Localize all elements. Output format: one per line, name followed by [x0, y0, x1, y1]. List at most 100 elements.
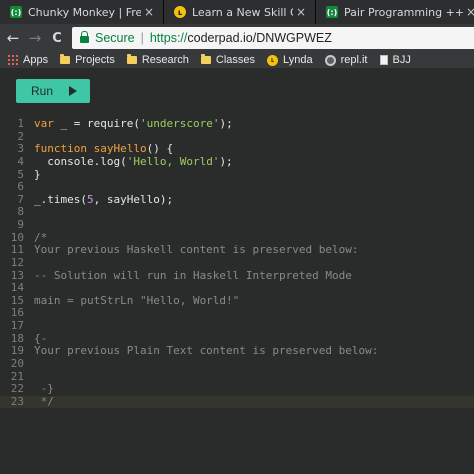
code-token: /*: [34, 230, 48, 244]
code-token: );: [219, 154, 233, 168]
code-line[interactable]: 19 Your previous Plain Text content is pr…: [0, 344, 474, 358]
coderpad-icon: (:): [326, 6, 338, 18]
code-line[interactable]: 20: [0, 356, 474, 371]
run-button[interactable]: Run: [16, 79, 90, 103]
line-number: 9: [17, 218, 24, 231]
code-line[interactable]: 8: [0, 206, 474, 219]
code-text: _.times(5, sayHello);: [34, 192, 174, 207]
url-protocol: https://: [149, 31, 188, 45]
code-token: */: [34, 394, 54, 408]
code-token: 'Hello, World': [126, 154, 220, 168]
code-token: () {: [146, 142, 174, 156]
tab-title: Pair Programming ++ - C: [344, 5, 463, 19]
apps-grid-icon: [8, 55, 18, 65]
play-icon: [69, 86, 78, 96]
code-token: -}: [34, 382, 54, 396]
bookmark-apps[interactable]: Apps: [8, 54, 48, 66]
bookmark-lynda[interactable]: ʟ Lynda: [267, 54, 313, 66]
code-token: var: [34, 117, 54, 130]
close-icon[interactable]: ×: [463, 5, 474, 19]
code-line[interactable]: 9: [0, 218, 474, 232]
document-icon: [379, 55, 388, 65]
bookmark-research[interactable]: Research: [126, 54, 189, 66]
code-line[interactable]: 1 var _ = require('underscore');: [0, 117, 474, 131]
code-text: */: [34, 394, 54, 409]
tab-chunky-monkey[interactable]: (:) Chunky Monkey | Free C ×: [0, 0, 164, 24]
code-token: console.log(: [34, 154, 127, 168]
code-token: _.times(: [34, 192, 87, 206]
line-number: 19: [10, 344, 24, 358]
code-token: {-: [34, 331, 48, 345]
code-text: main = putStrLn "Hello, World!": [34, 293, 240, 308]
code-token: _ = require(: [53, 117, 140, 130]
code-line[interactable]: 13 -- Solution will run in Haskell Interp…: [0, 269, 474, 283]
bookmark-classes[interactable]: Classes: [200, 54, 255, 66]
code-line[interactable]: 5}: [0, 167, 474, 182]
bookmark-label: Apps: [23, 54, 49, 66]
line-number: 17: [10, 319, 24, 332]
bookmark-projects[interactable]: Projects: [60, 54, 115, 66]
lynda-icon: ʟ: [267, 54, 279, 66]
code-line[interactable]: 11 Your previous Haskell content is prese…: [0, 243, 474, 257]
code-line[interactable]: 4 console.log('Hello, World');: [0, 154, 474, 169]
line-number: 23: [10, 394, 24, 408]
bookmark-label: Lynda: [283, 54, 313, 66]
line-number: 14: [10, 281, 24, 295]
code-text: -- Solution will run in Haskell Interpre…: [34, 269, 352, 283]
freecodecamp-icon: (:): [10, 6, 22, 18]
code-token: Your previous Haskell content is preserv…: [34, 243, 359, 257]
bookmark-replit[interactable]: repl.it: [324, 54, 368, 66]
code-token: main = putStrLn "Hello, World!": [34, 293, 240, 307]
folder-icon: [126, 54, 137, 64]
line-number: 20: [10, 356, 24, 370]
tab-strip: (:) Chunky Monkey | Free C × ʟ Learn a N…: [0, 0, 474, 24]
tab-title: Learn a New Skill Online: [192, 5, 293, 19]
run-button-label: Run: [31, 84, 54, 98]
bookmark-bjj[interactable]: BJJ: [379, 54, 411, 66]
folder-icon: [60, 54, 71, 64]
line-number: 1: [17, 117, 24, 130]
code-line[interactable]: 7 _.times(5, sayHello);: [0, 192, 474, 207]
bookmark-label: Research: [141, 54, 189, 66]
close-icon[interactable]: ×: [141, 5, 157, 19]
code-text: console.log('Hello, World');: [34, 154, 233, 169]
replit-icon: [324, 54, 336, 66]
coderpad-app: Run 1 var _ = require('underscore'); 2 3 fun…: [0, 68, 474, 474]
code-text: }: [34, 167, 41, 182]
code-token: }: [34, 167, 41, 181]
close-icon[interactable]: ×: [293, 5, 309, 19]
tab-pair-programming[interactable]: (:) Pair Programming ++ - C ×: [316, 0, 474, 24]
lock-icon: [80, 31, 89, 43]
code-line[interactable]: 23 */: [0, 394, 474, 409]
line-number: 3: [17, 142, 24, 156]
code-text: var _ = require('underscore');: [34, 117, 233, 131]
bookmark-label: Projects: [75, 54, 115, 66]
line-number: 4: [17, 154, 24, 168]
line-number: 22: [10, 382, 24, 396]
code-line[interactable]: 22 -}: [0, 382, 474, 396]
code-editor[interactable]: 1 var _ = require('underscore'); 2 3 functio…: [0, 117, 474, 409]
code-token: 5: [86, 192, 94, 206]
code-line[interactable]: 15 main = putStrLn "Hello, World!": [0, 293, 474, 308]
bookmark-label: repl.it: [340, 54, 368, 66]
bookmark-label: BJJ: [392, 54, 411, 66]
code-text: Your previous Plain Text content is pres…: [34, 344, 379, 358]
address-separator: |: [140, 31, 144, 45]
line-number: 11: [10, 243, 24, 257]
address-input[interactable]: Secure | https:// coderpad.io/DNWGPWEZ: [72, 27, 474, 49]
code-token: , sayHello);: [93, 192, 174, 206]
forward-arrow-icon[interactable]: →: [24, 27, 46, 49]
code-token: Your previous Plain Text content is pres…: [34, 344, 379, 358]
code-line[interactable]: 21: [0, 370, 474, 384]
back-arrow-icon[interactable]: ←: [2, 27, 24, 49]
code-line[interactable]: 16: [0, 307, 474, 320]
line-number: 12: [10, 255, 24, 269]
code-token: 'underscore': [139, 117, 220, 130]
reload-icon[interactable]: C: [46, 27, 68, 49]
tab-learn-new-skill[interactable]: ʟ Learn a New Skill Online ×: [164, 0, 316, 24]
secure-label: Secure: [95, 31, 135, 45]
folder-icon: [200, 54, 211, 64]
navigation-bar: ← → C Secure | https:// coderpad.io/DNWG…: [0, 24, 474, 52]
code-line[interactable]: 17: [0, 319, 474, 333]
